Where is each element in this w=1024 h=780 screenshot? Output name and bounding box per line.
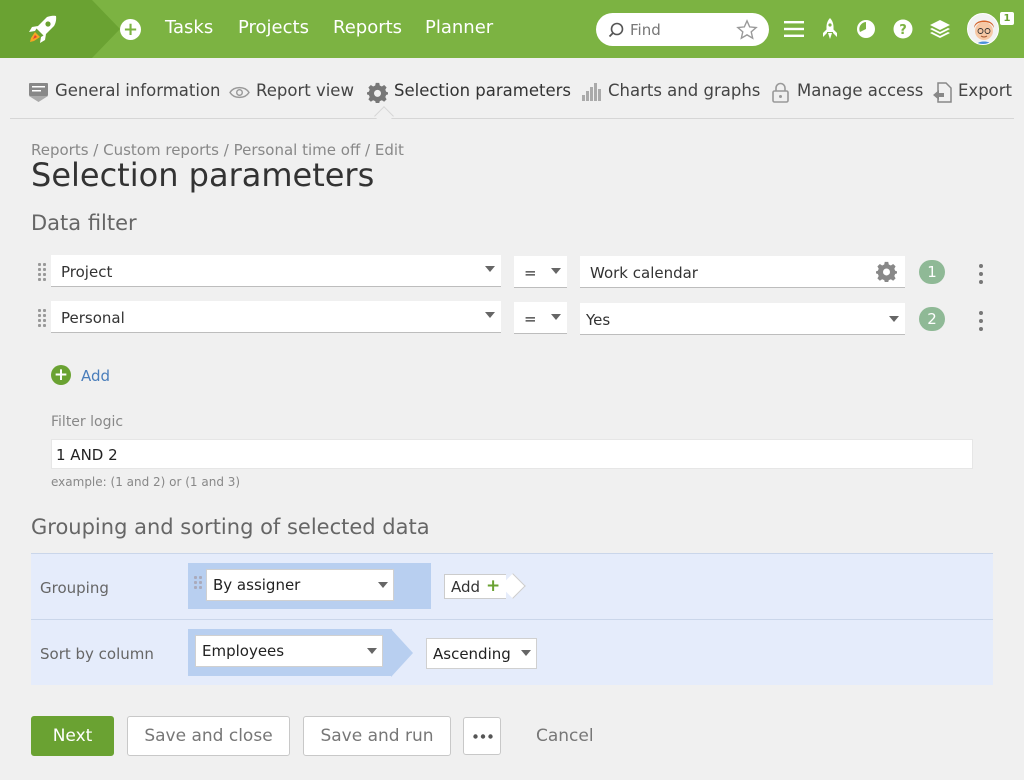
bar-chart-icon <box>582 83 601 101</box>
sort-by-column-label: Sort by column <box>40 645 154 663</box>
nav-tasks[interactable]: Tasks <box>165 17 213 38</box>
sort-column-select[interactable]: Employees <box>195 635 383 667</box>
tab-manage-access[interactable]: Manage access <box>797 81 923 100</box>
filter-value-text: Work calendar <box>590 264 698 282</box>
rocket-logo-icon[interactable] <box>27 13 59 45</box>
sort-order-value: Ascending <box>433 645 511 663</box>
grouping-section-title: Grouping and sorting of selected data <box>31 515 430 539</box>
drag-handle-icon[interactable] <box>194 576 202 594</box>
page-title: Selection parameters <box>31 156 375 194</box>
data-filter-title: Data filter <box>31 211 137 235</box>
tab-selection-parameters[interactable]: Selection parameters <box>394 81 571 100</box>
more-vertical-icon[interactable] <box>979 311 983 335</box>
nav-projects[interactable]: Projects <box>238 17 309 38</box>
filter-operator-select-2[interactable]: = <box>514 302 567 334</box>
quick-add-button[interactable]: + <box>120 19 141 40</box>
add-filter-link[interactable]: Add <box>81 367 110 385</box>
timer-icon[interactable] <box>856 19 876 39</box>
eye-icon <box>229 86 250 99</box>
grouping-label: Grouping <box>40 579 109 597</box>
chevron-down-icon <box>378 582 388 588</box>
chevron-down-icon <box>485 266 495 272</box>
drag-handle-icon[interactable] <box>38 309 46 327</box>
more-actions-button[interactable] <box>463 717 501 755</box>
cancel-link[interactable]: Cancel <box>536 726 594 746</box>
svg-text:?: ? <box>899 23 907 38</box>
star-icon[interactable] <box>736 19 758 41</box>
help-icon[interactable]: ? <box>893 19 913 39</box>
search-icon <box>608 22 624 38</box>
filter-logic-hint: example: (1 and 2) or (1 and 3) <box>51 475 241 489</box>
export-icon <box>933 82 952 103</box>
sort-order-select[interactable]: Ascending <box>426 638 537 669</box>
gear-icon <box>367 82 388 103</box>
notification-badge: 1 <box>1000 12 1014 25</box>
chevron-down-icon <box>889 316 899 322</box>
more-horizontal-icon <box>473 734 493 739</box>
add-grouping-label: Add <box>451 578 481 596</box>
report-tabs: General information Report view Selectio… <box>10 58 1014 126</box>
filter-field-select-1[interactable]: Project <box>51 255 501 287</box>
save-and-close-button[interactable]: Save and close <box>127 716 290 756</box>
chevron-down-icon <box>521 650 531 656</box>
sort-zone-arrow <box>391 629 413 677</box>
filter-logic-label: Filter logic <box>51 414 124 430</box>
filter-logic-input[interactable]: 1 AND 2 <box>51 439 973 469</box>
filter-value-field-1[interactable]: Work calendar <box>580 256 905 288</box>
gear-icon[interactable] <box>876 261 897 282</box>
tab-report-view[interactable]: Report view <box>256 81 354 100</box>
chevron-down-icon <box>485 312 495 318</box>
drag-handle-icon[interactable] <box>38 263 46 281</box>
nav-planner[interactable]: Planner <box>425 17 493 38</box>
filter-value-text: Yes <box>586 311 611 329</box>
user-avatar[interactable] <box>967 13 999 45</box>
search-box <box>596 13 769 46</box>
lock-icon <box>772 82 789 103</box>
filter-field-value: Personal <box>61 309 125 327</box>
avatar-face-icon <box>974 20 994 44</box>
document-icon <box>29 83 48 102</box>
logo-arrow <box>92 0 120 58</box>
plus-icon: + <box>486 576 501 596</box>
tab-general-information[interactable]: General information <box>55 81 221 100</box>
filter-index-badge: 1 <box>919 260 945 284</box>
filter-operator-value: = <box>524 264 537 282</box>
tab-export[interactable]: Export <box>958 81 1012 100</box>
filter-field-select-2[interactable]: Personal <box>51 301 501 333</box>
filter-operator-value: = <box>524 310 537 328</box>
filter-value-select-2[interactable]: Yes <box>580 303 905 335</box>
sort-column-value: Employees <box>202 642 285 660</box>
chevron-down-icon <box>551 268 561 274</box>
top-navigation-bar: + Tasks Projects Reports Planner ? <box>0 0 1024 58</box>
more-vertical-icon[interactable] <box>979 264 983 288</box>
add-grouping-button[interactable]: Add + <box>444 574 506 599</box>
filter-field-value: Project <box>61 263 113 281</box>
search-input[interactable] <box>630 19 730 41</box>
nav-reports[interactable]: Reports <box>333 17 402 38</box>
tab-charts-and-graphs[interactable]: Charts and graphs <box>608 81 760 100</box>
save-and-run-button[interactable]: Save and run <box>303 716 451 756</box>
filter-operator-select-1[interactable]: = <box>514 256 567 288</box>
grouping-value: By assigner <box>213 576 301 594</box>
layers-icon[interactable] <box>929 19 951 39</box>
active-tab-indicator <box>374 106 394 126</box>
rocket-icon[interactable] <box>822 18 838 40</box>
grouping-select[interactable]: By assigner <box>206 569 394 601</box>
chevron-down-icon <box>367 648 377 654</box>
chevron-down-icon <box>551 314 561 320</box>
add-filter-icon[interactable]: + <box>51 365 71 385</box>
filter-index-badge: 2 <box>919 307 945 331</box>
menu-icon[interactable] <box>784 20 804 38</box>
next-button[interactable]: Next <box>31 716 114 756</box>
